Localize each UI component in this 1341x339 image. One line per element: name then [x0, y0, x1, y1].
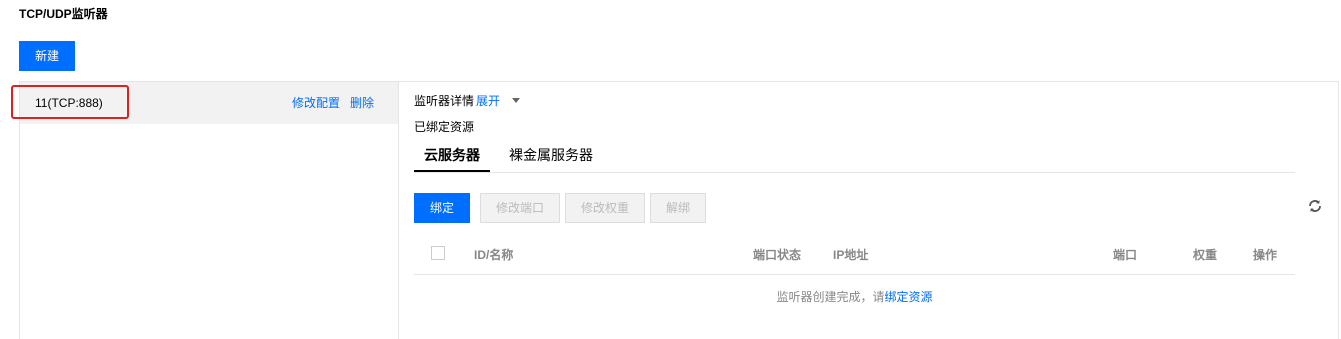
resource-tabs: 云服务器 裸金属服务器 [414, 140, 1295, 173]
table-header: ID/名称 端口状态 IP地址 端口 权重 操作 [414, 236, 1295, 275]
delete-link[interactable]: 删除 [350, 95, 374, 111]
tab-bare-metal[interactable]: 裸金属服务器 [509, 146, 593, 164]
page: TCP/UDP监听器 新建 11(TCP:888) 修改配置 删除 监听器详情展… [0, 0, 1341, 339]
edit-config-link[interactable]: 修改配置 [292, 95, 340, 111]
modify-port-button[interactable]: 修改端口 [480, 193, 560, 223]
listener-list: 11(TCP:888) 修改配置 删除 [20, 82, 399, 339]
empty-state-message: 监听器创建完成，请绑定资源 [414, 289, 1295, 305]
listener-name: 11(TCP:888) [35, 96, 103, 110]
listener-list-item[interactable]: 11(TCP:888) 修改配置 删除 [20, 82, 398, 124]
new-listener-button[interactable]: 新建 [19, 41, 75, 71]
column-weight: 权重 [1193, 248, 1218, 262]
select-all-checkbox[interactable] [431, 246, 445, 260]
listener-detail-header: 监听器详情 展开 [414, 93, 521, 109]
empty-state-text: 监听器创建完成，请 [776, 290, 885, 304]
refresh-icon[interactable] [1307, 198, 1323, 214]
active-tab-indicator [414, 170, 490, 172]
listener-detail-label: 监听器详情 [414, 94, 475, 108]
listener-detail-pane: 监听器详情 展开 已绑定资源 云服务器 裸金属服务器 绑定 修改端口 修改权重 解… [400, 82, 1338, 339]
column-port: 端口 [1113, 248, 1138, 262]
bind-button[interactable]: 绑定 [414, 193, 470, 223]
listener-panel: 11(TCP:888) 修改配置 删除 监听器详情 展开 已绑定资源 云服务器 裸… [19, 81, 1339, 339]
caret-down-icon[interactable] [512, 98, 521, 104]
bind-resources-link[interactable]: 绑定资源 [885, 290, 933, 304]
column-actions: 操作 [1253, 248, 1278, 262]
column-id-name: ID/名称 [474, 248, 514, 262]
tab-cvm[interactable]: 云服务器 [424, 146, 480, 164]
column-port-status: 端口状态 [753, 248, 802, 262]
expand-link[interactable]: 展开 [476, 94, 500, 108]
unbind-button[interactable]: 解绑 [650, 193, 706, 223]
column-ip-address: IP地址 [833, 248, 869, 262]
modify-weight-button[interactable]: 修改权重 [565, 193, 645, 223]
section-title: TCP/UDP监听器 [19, 7, 108, 21]
bound-resources-label: 已绑定资源 [414, 120, 475, 134]
